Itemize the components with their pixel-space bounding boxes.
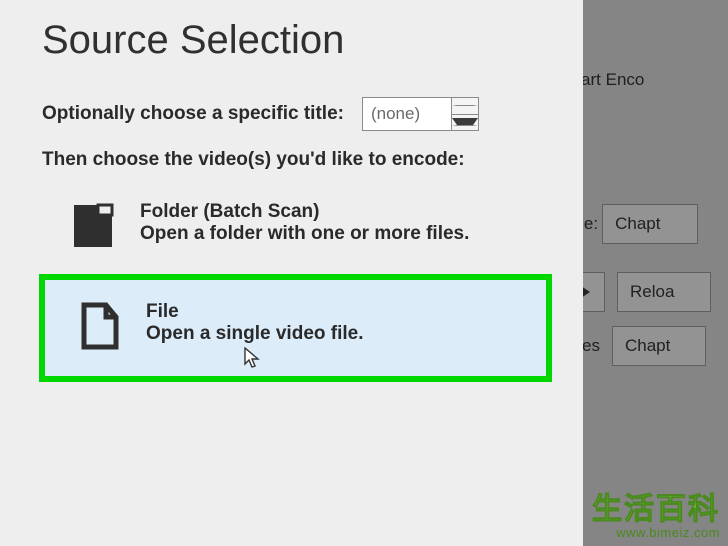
- option-folder-labels: Folder (Batch Scan) Open a folder with o…: [140, 201, 469, 245]
- option-folder-desc: Open a folder with one or more files.: [140, 223, 469, 245]
- watermark-url: www.bimeiz.com: [592, 525, 720, 540]
- watermark: 生活百科 www.bimeiz.com: [592, 495, 720, 540]
- watermark-cn: 生活百科: [592, 495, 720, 525]
- source-selection-panel: Source Selection Optionally choose a spe…: [0, 0, 583, 546]
- chapters-dropdown-1[interactable]: Chapt: [602, 204, 698, 244]
- reload-button[interactable]: Reloa: [617, 272, 711, 312]
- folder-icon: [68, 201, 118, 251]
- option-folder-title: Folder (Batch Scan): [140, 201, 469, 223]
- option-file[interactable]: File Open a single video file.: [42, 277, 549, 379]
- spinner-down-button[interactable]: [452, 115, 478, 131]
- title-spinner-value: (none): [362, 97, 452, 131]
- option-file-labels: File Open a single video file.: [146, 301, 364, 345]
- background-app: Start Enco nge: Chapt Reloa titles Chapt: [582, 0, 728, 546]
- title-select-row: Optionally choose a specific title: (non…: [42, 97, 549, 131]
- file-icon: [74, 301, 124, 351]
- spinner-up-button[interactable]: [452, 98, 478, 115]
- option-folder[interactable]: Folder (Batch Scan) Open a folder with o…: [42, 191, 549, 261]
- title-spinner[interactable]: (none): [362, 97, 479, 131]
- title-spinner-arrows[interactable]: [452, 97, 479, 131]
- chevron-up-icon: [452, 105, 478, 106]
- panel-title: Source Selection: [42, 18, 549, 63]
- option-file-title: File: [146, 301, 364, 323]
- choose-video-label: Then choose the video(s) you'd like to e…: [42, 149, 549, 171]
- option-file-desc: Open a single video file.: [146, 323, 364, 345]
- chevron-down-icon: [452, 118, 478, 126]
- title-select-label: Optionally choose a specific title:: [42, 103, 344, 125]
- cursor-icon: [244, 347, 262, 369]
- chapters-dropdown-2[interactable]: Chapt: [612, 326, 706, 366]
